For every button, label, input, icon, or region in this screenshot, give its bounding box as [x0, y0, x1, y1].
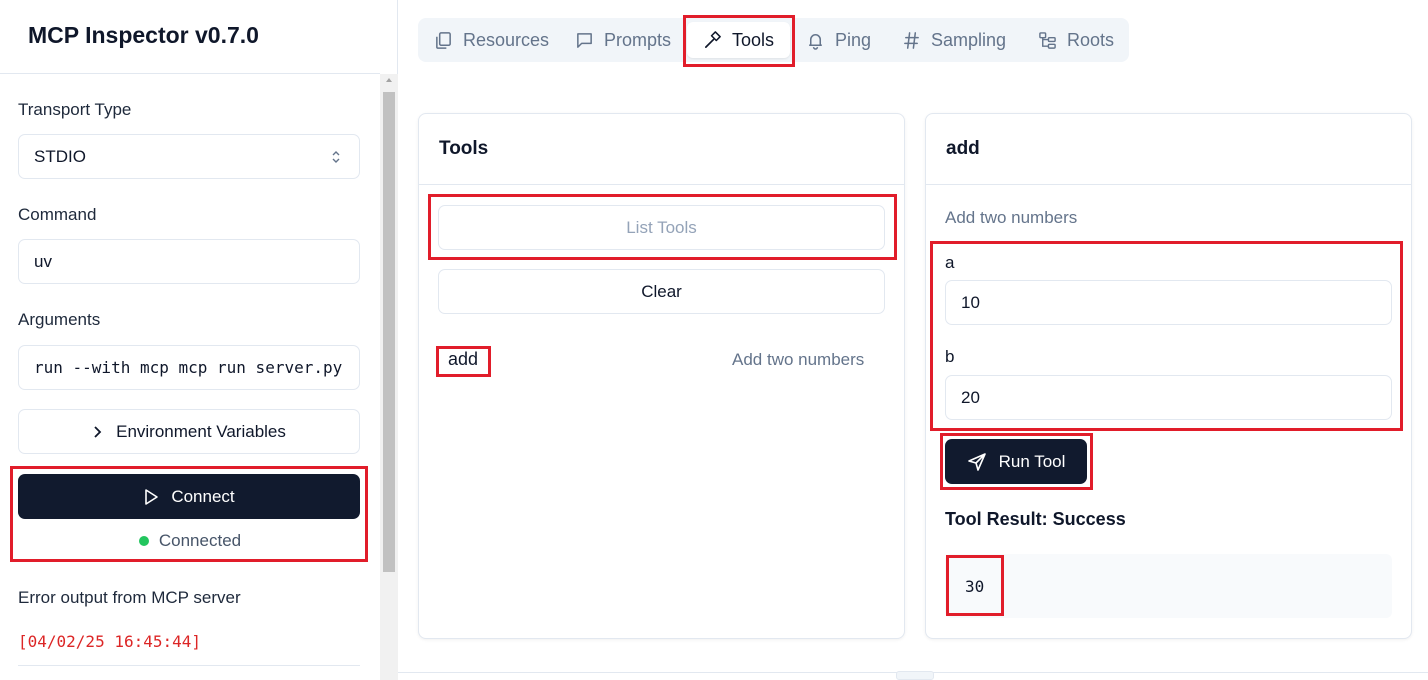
play-icon: [145, 488, 159, 505]
hammer-icon: [704, 30, 721, 48]
chevron-right-icon: [94, 425, 102, 438]
sidebar-scrollbar[interactable]: [380, 74, 398, 680]
folder-tree-icon: [1039, 31, 1056, 49]
tool-detail-title: add: [946, 138, 980, 159]
tool-result-title: Tool Result: Success: [945, 509, 1126, 529]
tab-ping-label: Ping: [835, 29, 872, 50]
tool-result-value: 30: [965, 577, 985, 596]
tab-prompts[interactable]: Prompts: [575, 22, 671, 58]
tab-ping[interactable]: Ping: [806, 22, 871, 58]
param-a-label: a: [945, 253, 955, 272]
param-b-value: 20: [961, 387, 980, 407]
send-icon: [967, 452, 986, 471]
chevron-up-down-icon: [332, 151, 340, 163]
message-square-icon: [577, 32, 592, 48]
environment-variables-label: Environment Variables: [116, 421, 286, 441]
tool-detail-divider: [926, 184, 1411, 185]
app-root: MCP Inspector v0.7.0 Transport Type STDI…: [0, 0, 1428, 680]
param-a-input[interactable]: 10: [945, 280, 1392, 325]
tools-card: Tools: [418, 113, 905, 639]
clear-button[interactable]: Clear: [438, 269, 885, 314]
error-output-line: [04/02/25 16:45:44]: [18, 632, 202, 651]
param-b-input[interactable]: 20: [945, 375, 1392, 420]
scroll-up-arrow-icon[interactable]: [386, 78, 392, 82]
transport-type-label: Transport Type: [18, 100, 132, 119]
run-tool-label: Run Tool: [998, 451, 1066, 471]
tab-tools-label: Tools: [732, 29, 775, 50]
scrollbar-thumb[interactable]: [383, 92, 395, 572]
transport-type-select[interactable]: STDIO: [18, 134, 360, 179]
connection-status-text: Connected: [158, 531, 242, 550]
command-value: uv: [34, 251, 52, 271]
tab-roots[interactable]: Roots: [1038, 22, 1114, 58]
tool-list-item-description[interactable]: Add two numbers: [732, 350, 864, 370]
run-tool-button[interactable]: Run Tool: [945, 439, 1087, 484]
tab-sampling-label: Sampling: [931, 29, 1007, 50]
arguments-input[interactable]: run --with mcp mcp run server.py: [18, 345, 360, 390]
param-b-label: b: [945, 347, 955, 366]
tab-tools[interactable]: Tools: [687, 22, 791, 58]
app-title: MCP Inspector v0.7.0: [28, 22, 259, 48]
tools-card-divider: [419, 184, 904, 185]
tab-prompts-label: Prompts: [604, 29, 672, 50]
sidebar-divider: [0, 73, 380, 74]
error-output-label: Error output from MCP server: [18, 588, 241, 607]
tab-sampling[interactable]: Sampling: [902, 22, 1006, 58]
tab-resources[interactable]: Resources: [434, 22, 549, 58]
transport-type-value: STDIO: [34, 146, 86, 166]
tab-roots-label: Roots: [1067, 29, 1115, 50]
panel-resize-handle[interactable]: [896, 671, 934, 680]
list-tools-button[interactable]: List Tools: [438, 205, 885, 250]
tool-result-box: [945, 554, 1392, 618]
environment-variables-button[interactable]: Environment Variables: [18, 409, 360, 454]
error-divider: [18, 665, 360, 666]
param-a-value: 10: [961, 292, 980, 312]
connect-label: Connect: [171, 486, 235, 506]
clear-label: Clear: [641, 281, 682, 301]
tool-detail-description: Add two numbers: [945, 208, 1078, 227]
command-input[interactable]: uv: [18, 239, 360, 284]
tool-list-item-name[interactable]: add: [448, 349, 478, 370]
tab-resources-label: Resources: [463, 29, 550, 50]
bell-icon: [809, 33, 822, 50]
connect-button[interactable]: Connect: [18, 474, 360, 519]
files-icon: [436, 31, 451, 49]
tab-bar: Resources Prompts Tools Ping Sampling Ro…: [418, 18, 1129, 62]
connection-status: Connected: [0, 531, 380, 551]
tools-card-title: Tools: [439, 138, 489, 159]
arguments-label: Arguments: [18, 310, 101, 329]
arguments-value: run --with mcp mcp run server.py: [34, 358, 343, 377]
status-dot-icon: [138, 536, 149, 546]
sidebar: MCP Inspector v0.7.0 Transport Type STDI…: [0, 0, 398, 680]
hash-icon: [904, 31, 919, 49]
command-label: Command: [18, 205, 97, 224]
list-tools-label: List Tools: [626, 217, 697, 237]
